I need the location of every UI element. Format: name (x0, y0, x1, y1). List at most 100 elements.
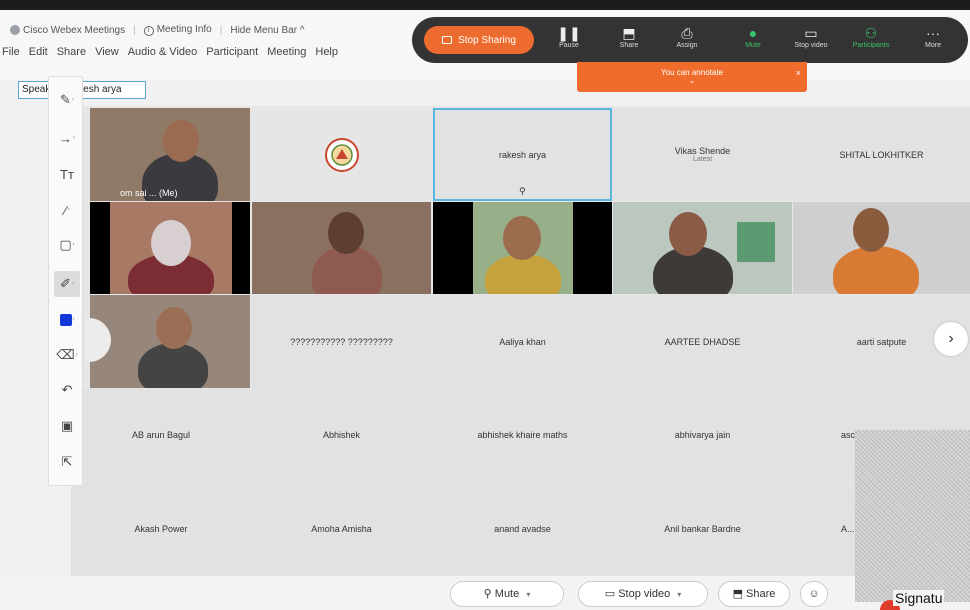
participant-tile-active[interactable]: rakesh arya ⚲ (433, 108, 612, 201)
color-icon (59, 314, 72, 326)
chevron-down-icon[interactable]: ▾ (677, 590, 681, 599)
mic-icon: ⚲ (483, 588, 492, 600)
stop-share-icon (442, 36, 453, 44)
mic-icon: ● (748, 25, 758, 41)
participant-tile[interactable]: SHITAL LOKHITKER (793, 108, 970, 201)
highlighter-tool[interactable]: ✐ › (54, 271, 80, 297)
participant-face (151, 220, 191, 266)
participant-name: A... (841, 524, 855, 534)
text-icon: Tт (60, 166, 74, 182)
stop-video-button[interactable]: ▭ Stop video (786, 24, 836, 58)
menu-audio-video[interactable]: Audio & Video (128, 46, 198, 58)
participant-tile-video[interactable] (252, 202, 431, 294)
participant-tile-video[interactable] (613, 202, 792, 294)
menu-participant[interactable]: Participant (206, 46, 258, 58)
line-tool[interactable]: ⁄ › (54, 197, 80, 223)
save-icon: ▣ (60, 418, 74, 433)
menu-file[interactable]: File (2, 46, 20, 58)
more-icon: ··· (926, 25, 940, 41)
highlighter-icon: ✐ (60, 276, 71, 291)
participant-tile-video[interactable] (90, 295, 250, 388)
participant-tile[interactable]: Anil bankar Bardne (613, 482, 792, 576)
menu-edit[interactable]: Edit (29, 46, 48, 58)
rectangle-icon: ▢ (59, 237, 72, 252)
emoji-icon: ☺ (808, 588, 820, 600)
participant-name: anand avadse (494, 524, 551, 534)
participant-tile[interactable]: Amoha Amisha (252, 482, 431, 576)
participant-name: abhivarya jain (674, 430, 731, 440)
participants-icon: ⚇ (864, 25, 878, 41)
pointer-tool[interactable]: ⇱ (54, 449, 80, 475)
participant-tile[interactable]: Akash Power (71, 482, 251, 576)
share-button[interactable]: ⬒ Share (718, 581, 790, 607)
next-page-button[interactable]: › (934, 322, 968, 356)
participants-button[interactable]: ⚇ Participants (846, 24, 896, 58)
pause-share-button[interactable]: ❚❚ Pause (544, 24, 594, 58)
participant-tile[interactable]: abhivarya jain (613, 389, 792, 481)
line-icon: ⁄ (64, 202, 67, 218)
undo-tool[interactable]: ↶ (54, 377, 80, 403)
hide-menu-bar-button[interactable]: Hide Menu Bar ^ (230, 25, 304, 36)
participant-tile[interactable]: Abhishek (252, 389, 431, 481)
reactions-button[interactable]: ☺ (800, 581, 828, 607)
assign-button[interactable]: ⎙ Assign (662, 24, 712, 58)
stop-sharing-button[interactable]: Stop Sharing (424, 26, 534, 54)
annotate-banner[interactable]: You can annotate × ⌄ (577, 62, 807, 92)
menu-view[interactable]: View (95, 46, 119, 58)
participant-name: Abhishek (322, 430, 361, 440)
participant-tile[interactable]: anand avadse (433, 482, 612, 576)
participant-face (156, 307, 192, 349)
menu-meeting[interactable]: Meeting (267, 46, 306, 58)
mute-button[interactable]: ⚲ Mute ▾ (450, 581, 564, 607)
more-button[interactable]: ··· More (908, 24, 958, 58)
participant-tile-video[interactable]: om sai ... (Me) (90, 108, 250, 201)
participant-tile-logo[interactable] (252, 108, 431, 201)
mute-button[interactable]: ● Mute (728, 24, 778, 58)
video-icon: ▭ (804, 25, 818, 41)
participant-face (503, 216, 541, 260)
stop-video-button[interactable]: ▭ Stop video ▾ (578, 581, 708, 607)
app-title: Cisco Webex Meetings (10, 25, 125, 36)
meeting-info-button[interactable]: i Meeting Info (143, 24, 212, 36)
participant-tile[interactable]: abhishek khaire maths (433, 389, 612, 481)
sharing-control-bar: Stop Sharing ❚❚ Pause ⬒ Share ⎙ Assign ●… (412, 17, 968, 63)
menu-bar: File Edit Share View Audio & Video Parti… (2, 46, 338, 58)
share-icon: ⬒ (622, 25, 636, 41)
chevron-down-icon[interactable]: ▾ (526, 590, 530, 599)
participant-face (328, 212, 364, 254)
save-tool[interactable]: ▣ (54, 413, 80, 439)
organization-logo (324, 137, 359, 172)
text-tool[interactable]: Tт (54, 161, 80, 187)
participant-face (669, 212, 707, 256)
chevron-down-icon[interactable]: ⌄ (577, 76, 807, 86)
menu-help[interactable]: Help (315, 46, 338, 58)
participant-name: ??????????? ????????? (290, 336, 393, 347)
participant-tile[interactable]: ??????????? ????????? (252, 295, 431, 388)
participant-tile[interactable]: Vikas Shende Latest (613, 108, 792, 201)
participant-tile[interactable]: AARTEE DHADSE (613, 295, 792, 388)
arrow-tool[interactable]: → › (54, 125, 80, 151)
participant-face (163, 120, 199, 162)
eraser-tool[interactable]: ⌫ › (54, 342, 80, 368)
participant-name: abhishek khaire maths (477, 430, 568, 440)
share-button[interactable]: ⬒ Share (604, 24, 654, 58)
participant-tile-video[interactable] (793, 202, 970, 294)
window-top-strip (0, 0, 970, 10)
participant-tile-video[interactable] (90, 202, 250, 294)
participant-tile[interactable]: Aaliya khan (433, 295, 612, 388)
rectangle-tool[interactable]: ▢ › (54, 232, 80, 258)
participant-name: rakesh arya (498, 149, 547, 160)
participant-tile-video[interactable] (433, 202, 612, 294)
webex-logo-icon (10, 24, 20, 35)
mic-icon: ⚲ (519, 186, 526, 196)
undo-icon: ↶ (61, 382, 73, 397)
annotation-toolbar: ✎ › → › Tт ⁄ › ▢ › ✐ › › ⌫ › ↶ ▣ ⇱ (48, 76, 83, 486)
color-tool[interactable]: › (54, 307, 80, 333)
info-icon: i (143, 26, 154, 36)
participant-name: Anil bankar Bardne (664, 524, 741, 534)
pen-tool[interactable]: ✎ › (54, 87, 80, 113)
video-icon: ▭ (604, 588, 616, 600)
participant-tile[interactable]: AB arun Bagul (71, 389, 251, 481)
menu-share[interactable]: Share (57, 46, 86, 58)
participant-name: aarti satpute (856, 336, 907, 347)
